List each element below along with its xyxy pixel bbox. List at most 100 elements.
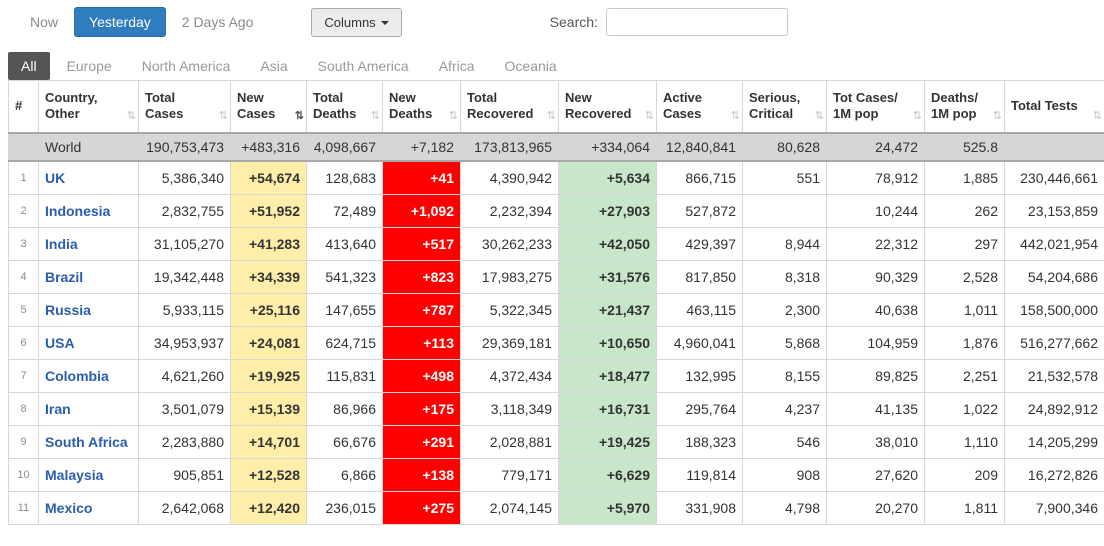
data-cell: 2,642,068 bbox=[138, 490, 231, 525]
column-header-label: Country, Other bbox=[45, 90, 98, 122]
data-cell: 3,501,079 bbox=[138, 391, 231, 426]
continent-tabs: All Europe North America Asia South America A… bbox=[0, 52, 1104, 80]
data-cell: +19,425 bbox=[558, 424, 657, 459]
country-link[interactable]: Indonesia bbox=[45, 203, 110, 219]
data-cell: 89,825 bbox=[826, 358, 925, 393]
columns-dropdown-button[interactable]: Columns bbox=[311, 7, 402, 37]
country-cell: Malaysia bbox=[38, 457, 139, 492]
tab-europe[interactable]: Europe bbox=[54, 52, 125, 80]
table-row: 4 Brazil 19,342,448 +34,339 541,323 +823 17,98… bbox=[8, 259, 1104, 294]
data-cell: 173,813,965 bbox=[460, 131, 559, 162]
data-cell: 2,528 bbox=[924, 259, 1005, 294]
data-cell: 27,620 bbox=[826, 457, 925, 492]
tab-north-america[interactable]: North America bbox=[129, 52, 244, 80]
data-cell: +334,064 bbox=[558, 131, 657, 162]
data-cell: 3,118,349 bbox=[460, 391, 559, 426]
tab-asia[interactable]: Asia bbox=[247, 52, 300, 80]
table-row: 10 Malaysia 905,851 +12,528 6,866 +138 779,171… bbox=[8, 457, 1104, 492]
search-input[interactable] bbox=[605, 8, 788, 36]
data-cell: 2,028,881 bbox=[460, 424, 559, 459]
data-cell: +517 bbox=[382, 226, 461, 261]
column-header[interactable]: New Cases ⇅ bbox=[230, 80, 307, 133]
data-cell: 2,232,394 bbox=[460, 193, 559, 228]
data-cell: 19,342,448 bbox=[138, 259, 231, 294]
data-cell: 4,798 bbox=[742, 490, 827, 525]
country-cell: Indonesia bbox=[38, 193, 139, 228]
column-header[interactable]: Total Deaths ⇅ bbox=[306, 80, 383, 133]
tab-oceania[interactable]: Oceania bbox=[492, 52, 570, 80]
table-row: 6 USA 34,953,937 +24,081 624,715 +113 29,369,1… bbox=[8, 325, 1104, 360]
column-header[interactable]: Total Recovered ⇅ bbox=[460, 80, 559, 133]
column-header[interactable]: Deaths/ 1M pop ⇅ bbox=[924, 80, 1005, 133]
data-cell: 78,912 bbox=[826, 160, 925, 195]
data-cell: 525.8 bbox=[924, 131, 1005, 162]
data-cell: 40,638 bbox=[826, 292, 925, 327]
data-cell: +21,437 bbox=[558, 292, 657, 327]
sort-icon: ⇅ bbox=[370, 109, 380, 122]
sort-icon: ⇅ bbox=[218, 109, 228, 122]
data-cell: 158,500,000 bbox=[1004, 292, 1104, 327]
data-cell: 230,446,661 bbox=[1004, 160, 1104, 195]
column-header[interactable]: Total Cases ⇅ bbox=[138, 80, 231, 133]
data-cell: +7,182 bbox=[382, 131, 461, 162]
column-header-rank[interactable]: # bbox=[8, 80, 39, 133]
data-cell: +787 bbox=[382, 292, 461, 327]
data-cell: 2,300 bbox=[742, 292, 827, 327]
data-cell: 908 bbox=[742, 457, 827, 492]
data-cell: +12,528 bbox=[230, 457, 307, 492]
data-cell: 546 bbox=[742, 424, 827, 459]
column-header[interactable]: New Deaths ⇅ bbox=[382, 80, 461, 133]
country-cell: South Africa bbox=[38, 424, 139, 459]
table-row: 3 India 31,105,270 +41,283 413,640 +517 30,262… bbox=[8, 226, 1104, 261]
column-header[interactable]: Total Tests ⇅ bbox=[1004, 80, 1104, 133]
data-cell: +498 bbox=[382, 358, 461, 393]
data-cell: 779,171 bbox=[460, 457, 559, 492]
data-cell: 16,272,826 bbox=[1004, 457, 1104, 492]
table-row: 7 Colombia 4,621,260 +19,925 115,831 +498 4,37… bbox=[8, 358, 1104, 393]
column-header[interactable]: Active Cases ⇅ bbox=[656, 80, 743, 133]
data-cell: 4,621,260 bbox=[138, 358, 231, 393]
country-link[interactable]: Iran bbox=[45, 401, 71, 417]
column-header[interactable]: Tot Cases/ 1M pop ⇅ bbox=[826, 80, 925, 133]
rank-cell: 11 bbox=[8, 490, 39, 525]
country-link[interactable]: India bbox=[45, 236, 78, 252]
column-header[interactable]: New Recovered ⇅ bbox=[558, 80, 657, 133]
column-header-label: Serious, Critical bbox=[749, 90, 801, 122]
data-cell: 262 bbox=[924, 193, 1005, 228]
data-cell: 624,715 bbox=[306, 325, 383, 360]
data-cell: +42,050 bbox=[558, 226, 657, 261]
tab-all[interactable]: All bbox=[8, 52, 50, 80]
data-cell: 29,369,181 bbox=[460, 325, 559, 360]
country-link[interactable]: Malaysia bbox=[45, 467, 103, 483]
tab-africa[interactable]: Africa bbox=[426, 52, 488, 80]
two-days-ago-button[interactable]: 2 Days Ago bbox=[172, 9, 264, 35]
country-link[interactable]: USA bbox=[45, 335, 75, 351]
data-cell: +14,701 bbox=[230, 424, 307, 459]
column-header[interactable]: Serious, Critical ⇅ bbox=[742, 80, 827, 133]
column-header-label: New Recovered bbox=[565, 90, 632, 122]
country-cell: Iran bbox=[38, 391, 139, 426]
tab-south-america[interactable]: South America bbox=[305, 52, 422, 80]
country-link[interactable]: Colombia bbox=[45, 368, 109, 384]
country-link[interactable]: Brazil bbox=[45, 269, 83, 285]
data-cell: 817,850 bbox=[656, 259, 743, 294]
country-link[interactable]: Mexico bbox=[45, 500, 92, 516]
data-cell: 8,944 bbox=[742, 226, 827, 261]
country-link[interactable]: Russia bbox=[45, 302, 91, 318]
rank-cell: 10 bbox=[8, 457, 39, 492]
data-cell: 147,655 bbox=[306, 292, 383, 327]
data-cell: 527,872 bbox=[656, 193, 743, 228]
column-header[interactable]: Country, Other ⇅ bbox=[38, 80, 139, 133]
country-link[interactable]: UK bbox=[45, 170, 65, 186]
data-cell: 24,892,912 bbox=[1004, 391, 1104, 426]
country-link[interactable]: South Africa bbox=[45, 434, 128, 450]
data-cell: 12,840,841 bbox=[656, 131, 743, 162]
rank-cell: 9 bbox=[8, 424, 39, 459]
now-button[interactable]: Now bbox=[20, 9, 68, 35]
data-cell: 30,262,233 bbox=[460, 226, 559, 261]
yesterday-button[interactable]: Yesterday bbox=[74, 7, 166, 37]
data-cell: +12,420 bbox=[230, 490, 307, 525]
data-cell: +25,116 bbox=[230, 292, 307, 327]
data-cell: 331,908 bbox=[656, 490, 743, 525]
data-cell: 7,900,346 bbox=[1004, 490, 1104, 525]
